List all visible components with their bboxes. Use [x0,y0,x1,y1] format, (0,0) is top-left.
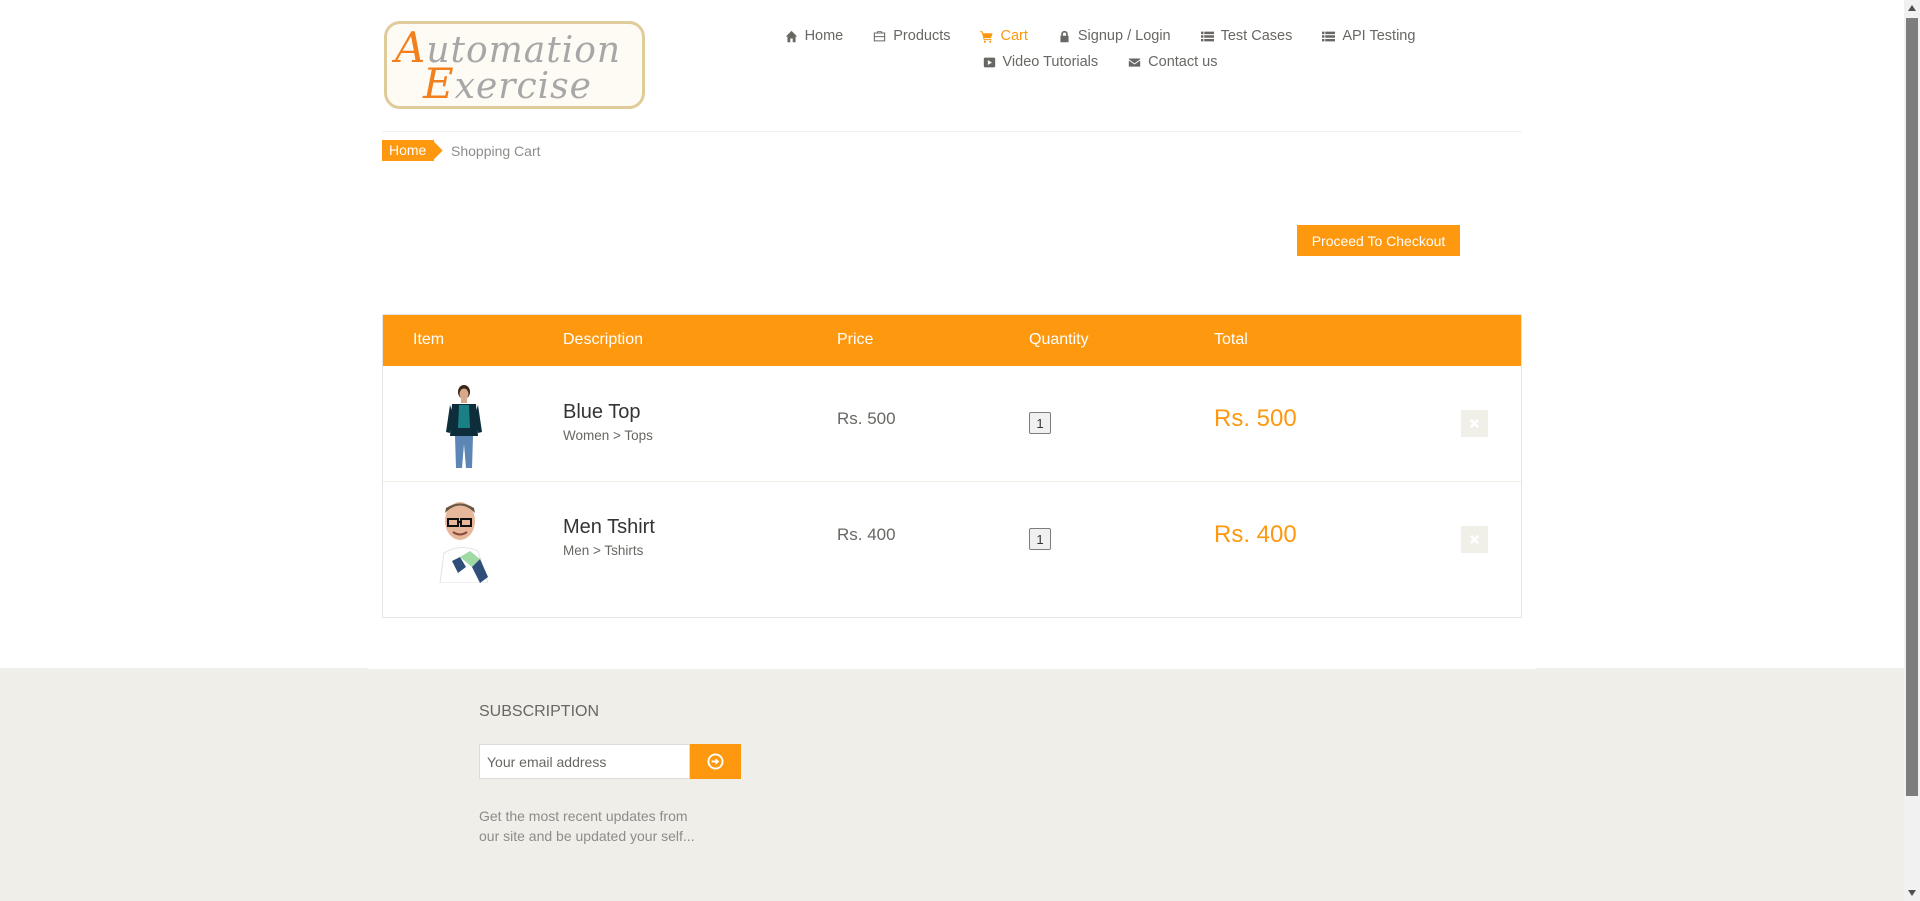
cart-row: Men Tshirt Men > Tshirts Rs. 400 1 Rs. 4… [383,482,1521,598]
subscription-description: Get the most recent updates from our sit… [479,808,695,844]
nav-home-label: Home [804,28,844,44]
briefcase-icon [874,30,886,41]
scroll-up-button[interactable] [1904,0,1920,16]
nav-cart-label: Cart [1000,28,1028,44]
product-total: Rs. 500 [1214,405,1297,432]
header-description: Description [563,331,644,348]
nav-signup-label: Signup / Login [1077,28,1171,44]
cart-row: Blue Top Women > Tops Rs. 500 1 Rs. 500 [383,366,1521,482]
nav-video-label: Video Tutorials [1002,54,1099,70]
product-price: Rs. 400 [837,525,896,544]
cart-table-header: Item Description Price Quantity Total [383,315,1521,366]
home-icon [785,30,797,42]
nav-video-tutorials[interactable]: Video Tutorials [968,54,1114,70]
youtube-play-icon [983,57,995,67]
cart-icon [980,30,994,43]
site-logo[interactable]: Automation Exercise [384,21,645,109]
footer: SUBSCRIPTION Get the most recent updates… [0,668,1904,901]
scroll-down-button[interactable] [1904,885,1920,901]
close-icon [1469,534,1480,545]
close-icon [1469,418,1480,429]
subscription-email-input[interactable] [479,744,690,779]
nav-contact-label: Contact us [1148,54,1218,70]
envelope-icon [1128,57,1141,67]
cart-table: Item Description Price Quantity Total Bl… [382,314,1522,618]
nav-products[interactable]: Products [858,28,965,44]
product-total: Rs. 400 [1214,521,1297,548]
list-icon [1322,31,1336,41]
main-nav: Home Products Cart Signup / Login Test C… [760,28,1440,70]
nav-home[interactable]: Home [770,28,859,44]
header-divider [382,131,1522,132]
header-price: Price [837,331,874,348]
breadcrumb-home[interactable]: Home [382,140,435,161]
vertical-scrollbar[interactable] [1904,0,1920,901]
arrow-circle-right-icon [707,753,724,770]
nav-signup-login[interactable]: Signup / Login [1043,28,1186,44]
footer-divider [368,668,1536,669]
triangle-down-icon [1908,890,1916,896]
breadcrumb-current: Shopping Cart [451,143,541,159]
nav-api-testing[interactable]: API Testing [1307,28,1430,44]
logo-cap-a: A [395,23,427,72]
lock-icon [1060,30,1069,42]
product-name[interactable]: Men Tshirt [563,516,655,539]
subscription-title: SUBSCRIPTION [479,703,600,720]
nav-test-cases[interactable]: Test Cases [1186,28,1308,44]
nav-test-cases-label: Test Cases [1220,28,1293,44]
nav-cart[interactable]: Cart [965,28,1042,44]
subscribe-button[interactable] [690,744,741,779]
nav-products-label: Products [893,28,951,44]
list-icon [1200,31,1214,41]
product-image-men-tshirt[interactable] [430,499,500,583]
header-item: Item [413,331,445,348]
product-name[interactable]: Blue Top [563,401,640,424]
logo-text-1: utomation [426,30,622,71]
product-price: Rs. 500 [837,409,896,428]
quantity-button[interactable]: 1 [1029,528,1051,550]
triangle-up-icon [1908,5,1916,11]
delete-item-button[interactable] [1461,410,1488,437]
header-total: Total [1214,331,1248,348]
delete-item-button[interactable] [1461,526,1488,553]
header-quantity: Quantity [1029,331,1089,348]
product-category: Women > Tops [563,428,653,443]
logo-text-2: xercise [454,66,592,107]
product-image-blue-top[interactable] [430,384,500,468]
scrollbar-thumb[interactable] [1906,18,1918,796]
logo-cap-e: E [423,59,455,108]
quantity-button[interactable]: 1 [1029,412,1051,434]
proceed-to-checkout-button[interactable]: Proceed To Checkout [1297,225,1460,256]
product-category: Men > Tshirts [563,543,644,558]
nav-api-testing-label: API Testing [1342,28,1416,44]
nav-contact-us[interactable]: Contact us [1113,54,1232,70]
